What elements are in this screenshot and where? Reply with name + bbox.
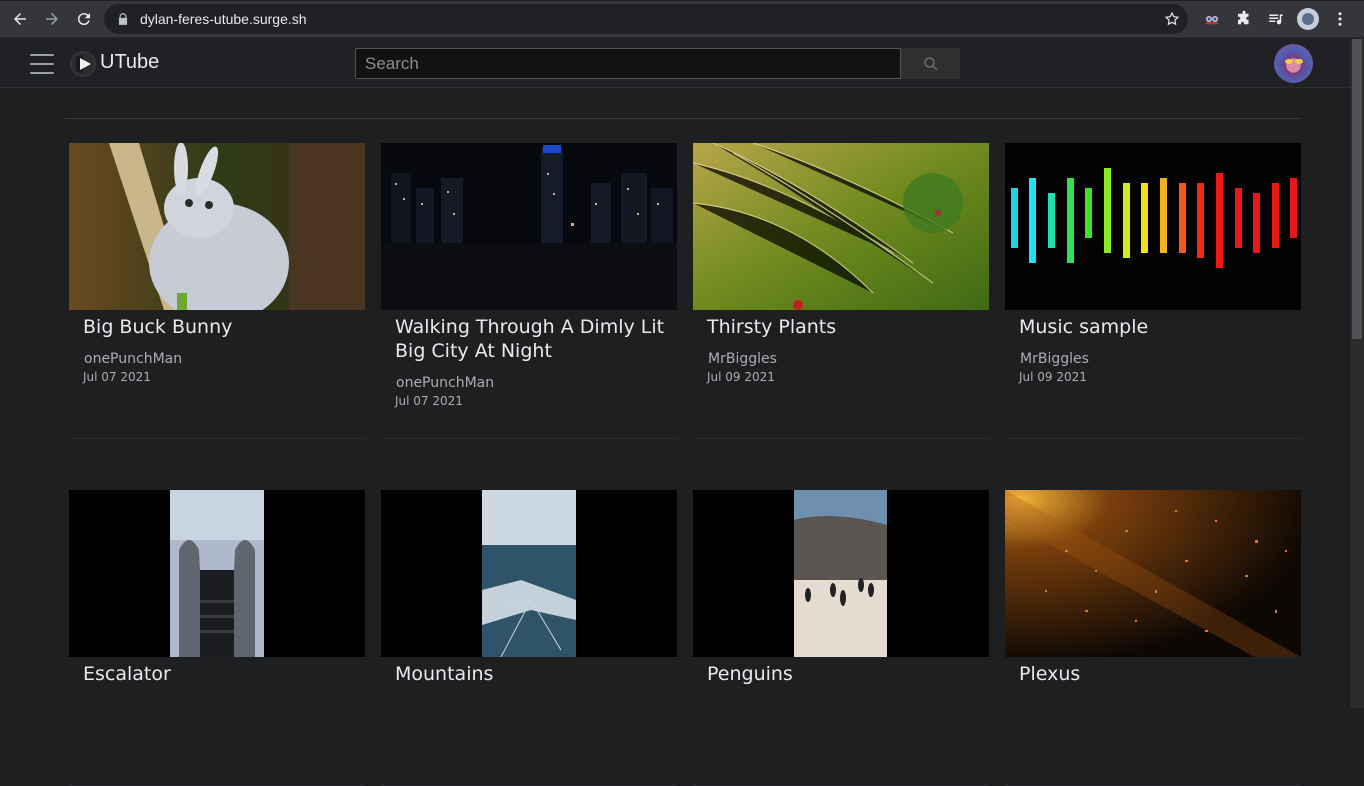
search-button[interactable] — [901, 48, 960, 79]
forward-icon[interactable] — [36, 3, 68, 35]
video-card[interactable]: Escalator — [69, 490, 365, 786]
url-text[interactable]: dylan-feres-utube.surge.sh — [140, 11, 307, 27]
search-icon — [923, 56, 938, 71]
video-title[interactable]: Music sample — [1019, 315, 1289, 339]
lock-icon — [118, 12, 128, 25]
utube-logo-icon[interactable] — [70, 51, 96, 77]
search-bar — [355, 48, 960, 79]
video-title[interactable]: Mountains — [395, 662, 665, 686]
hamburger-menu-icon[interactable] — [30, 54, 54, 74]
extension-eyes-icon[interactable] — [1196, 3, 1228, 35]
bookmark-star-icon[interactable] — [1164, 11, 1180, 27]
video-title[interactable]: Escalator — [83, 662, 353, 686]
brand-name[interactable]: UTube — [100, 51, 159, 74]
video-thumbnail[interactable] — [1005, 143, 1301, 310]
profile-icon[interactable] — [1292, 3, 1324, 35]
page-scrollbar[interactable] — [1350, 39, 1364, 708]
browser-toolbar: dylan-feres-utube.surge.sh — [0, 0, 1364, 38]
video-card[interactable]: Mountains — [381, 490, 677, 786]
video-thumbnail[interactable] — [69, 490, 365, 657]
video-thumbnail[interactable] — [693, 490, 989, 657]
video-title[interactable]: Plexus — [1019, 662, 1289, 686]
back-icon[interactable] — [4, 3, 36, 35]
upload-date: Jul 09 2021 — [707, 370, 775, 384]
video-title[interactable]: Thirsty Plants — [707, 315, 977, 339]
video-card[interactable]: Big Buck Bunny onePunchMan Jul 07 2021 — [69, 143, 365, 439]
channel-name[interactable]: MrBiggles — [1020, 351, 1301, 367]
upload-date: Jul 07 2021 — [83, 370, 151, 384]
browser-menu-icon[interactable] — [1324, 3, 1356, 35]
upload-date: Jul 07 2021 — [395, 394, 463, 408]
channel-name[interactable]: MrBiggles — [708, 351, 989, 367]
video-thumbnail[interactable] — [381, 490, 677, 657]
user-avatar[interactable] — [1274, 44, 1313, 83]
video-card[interactable]: Thirsty Plants MrBiggles Jul 09 2021 — [693, 143, 989, 439]
upload-date: Jul 09 2021 — [1019, 370, 1087, 384]
media-queue-icon[interactable] — [1260, 3, 1292, 35]
channel-name[interactable]: onePunchMan — [84, 351, 365, 367]
video-card[interactable]: Music sample MrBiggles Jul 09 2021 — [1005, 143, 1301, 439]
video-thumbnail[interactable] — [69, 143, 365, 310]
extensions-puzzle-icon[interactable] — [1228, 3, 1260, 35]
video-thumbnail[interactable] — [381, 143, 677, 310]
divider — [65, 118, 1301, 119]
video-card[interactable]: Plexus — [1005, 490, 1301, 786]
video-title[interactable]: Big Buck Bunny — [83, 315, 353, 339]
video-title[interactable]: Walking Through A Dimly Lit Big City At … — [395, 315, 665, 363]
scrollbar-thumb[interactable] — [1352, 39, 1362, 339]
video-thumbnail[interactable] — [1005, 490, 1301, 657]
video-card[interactable]: Penguins — [693, 490, 989, 786]
search-input[interactable] — [355, 48, 901, 79]
video-title[interactable]: Penguins — [707, 662, 977, 686]
address-bar[interactable]: dylan-feres-utube.surge.sh — [104, 3, 1188, 34]
video-card[interactable]: Walking Through A Dimly Lit Big City At … — [381, 143, 677, 439]
video-grid: Big Buck Bunny onePunchMan Jul 07 2021 W… — [0, 88, 1350, 786]
channel-name[interactable]: onePunchMan — [396, 375, 677, 391]
app-header: UTube — [0, 39, 1350, 88]
video-thumbnail[interactable] — [693, 143, 989, 310]
reload-icon[interactable] — [68, 3, 100, 35]
